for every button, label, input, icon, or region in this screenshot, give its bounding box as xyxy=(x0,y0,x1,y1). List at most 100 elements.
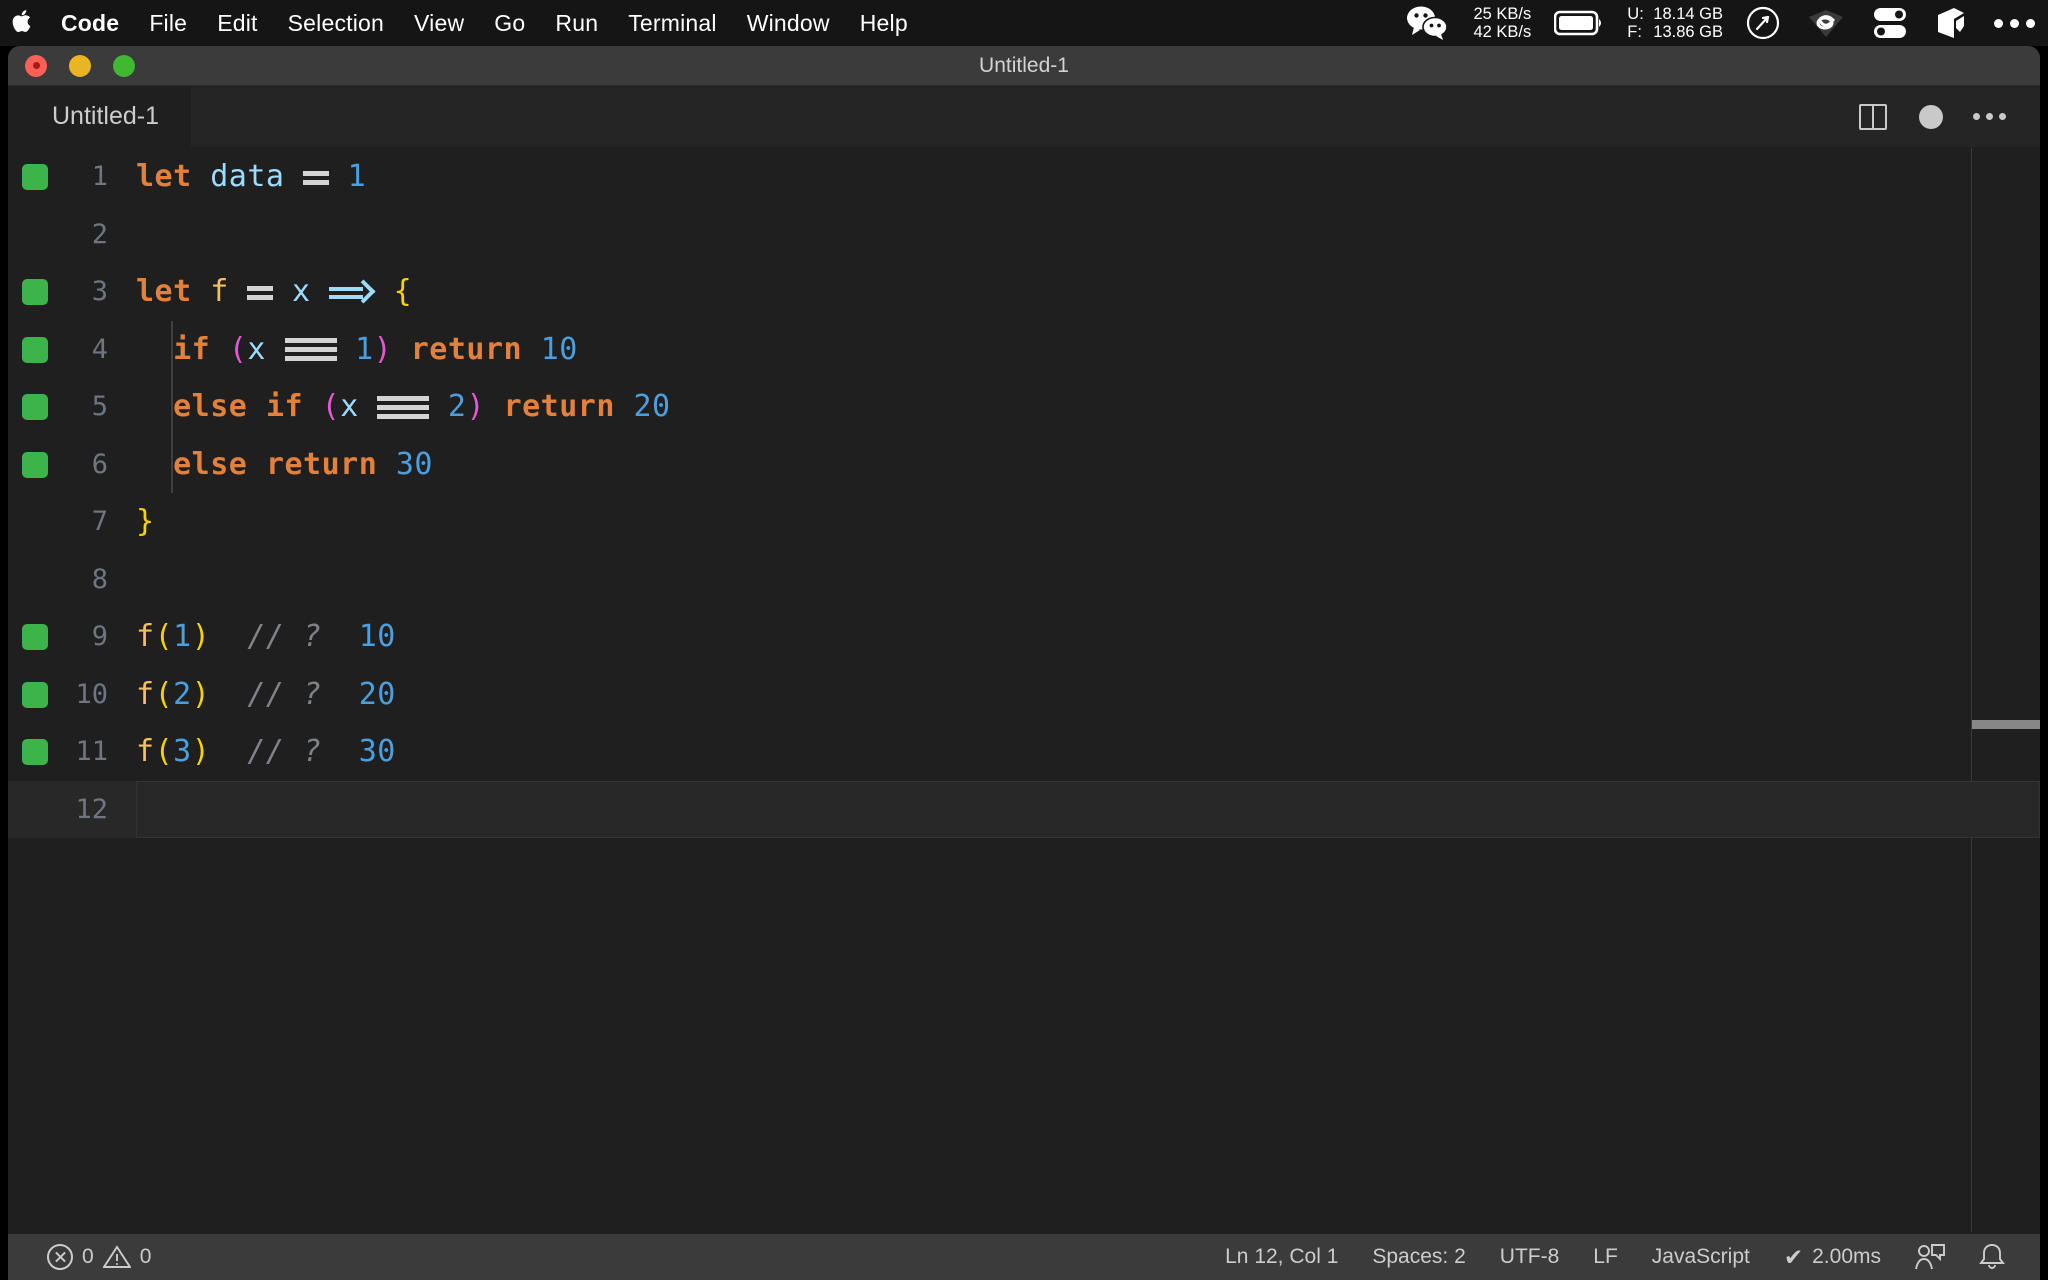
wechat-icon[interactable] xyxy=(1393,5,1463,41)
more-actions-icon[interactable] xyxy=(1960,88,2018,146)
control-center-icon[interactable] xyxy=(1859,7,1921,39)
ellipsis-icon[interactable] xyxy=(1981,18,2048,28)
cube-icon[interactable] xyxy=(1921,6,1981,40)
code-line[interactable]: 6 else return 30 xyxy=(8,435,2040,493)
eye-icon[interactable] xyxy=(1793,7,1859,39)
code-content[interactable]: else return 30 xyxy=(136,435,2040,493)
code-content[interactable]: f(1) // ? 10 xyxy=(136,608,2040,666)
code-line[interactable]: 5 else if (x 2) return 20 xyxy=(8,378,2040,436)
token-paren-open: ( xyxy=(228,331,248,367)
code-content[interactable] xyxy=(136,206,2040,264)
token-identifier-data: data xyxy=(210,159,285,195)
token-number: 1 xyxy=(355,331,374,367)
encoding-setting[interactable]: UTF-8 xyxy=(1483,1245,1577,1269)
warning-icon xyxy=(101,1245,132,1269)
code-line[interactable]: 9 f(1) // ? 10 xyxy=(8,608,2040,666)
unsaved-indicator[interactable] xyxy=(1902,88,1960,146)
menu-item-go[interactable]: Go xyxy=(479,0,540,46)
memory-free-value: 13.86 GB xyxy=(1653,23,1723,41)
token-paren-open: ( xyxy=(154,619,174,655)
token-paren-open: ( xyxy=(154,734,174,770)
menu-item-edit[interactable]: Edit xyxy=(202,0,272,46)
battery-icon[interactable] xyxy=(1541,10,1617,36)
token-param-x: x xyxy=(291,274,311,310)
indent-guide xyxy=(171,435,173,493)
token-brace-close: } xyxy=(136,504,155,540)
memory-usage-indicator[interactable]: U: 18.14 GB F: 13.86 GB xyxy=(1617,5,1733,41)
line-ending-setting[interactable]: LF xyxy=(1576,1245,1635,1269)
memory-free-label: F: xyxy=(1627,23,1642,41)
cursor-position[interactable]: Ln 12, Col 1 xyxy=(1208,1245,1355,1269)
menu-item-selection[interactable]: Selection xyxy=(273,0,399,46)
menu-item-help[interactable]: Help xyxy=(845,0,923,46)
menu-item-code[interactable]: Code xyxy=(46,0,134,46)
runtime-indicator[interactable]: ✔ 2.00ms xyxy=(1767,1244,1898,1271)
token-number-return-value: 20 xyxy=(633,389,671,425)
line-number: 8 xyxy=(91,563,108,595)
code-content[interactable] xyxy=(136,551,2040,609)
menu-item-terminal[interactable]: Terminal xyxy=(613,0,732,46)
menu-item-view[interactable]: View xyxy=(399,0,479,46)
code-line[interactable]: 3 let f x { xyxy=(8,263,2040,321)
code-content[interactable]: } xyxy=(136,493,2040,551)
code-line[interactable]: 7 } xyxy=(8,493,2040,551)
token-paren-close: ) xyxy=(466,389,485,425)
split-editor-icon[interactable] xyxy=(1844,88,1902,146)
error-icon xyxy=(47,1244,73,1270)
menu-item-run[interactable]: Run xyxy=(540,0,613,46)
vscode-window: Untitled-1 Untitled-1 1 let data 1 2 3 l… xyxy=(8,46,2040,1280)
code-content[interactable]: else if (x 2) return 20 xyxy=(136,378,2040,436)
token-number: 1 xyxy=(347,159,367,195)
code-line[interactable]: 2 xyxy=(8,206,2040,264)
code-content[interactable] xyxy=(136,781,2040,839)
code-content[interactable]: if (x 1) return 10 xyxy=(136,320,2040,378)
editor-actions xyxy=(1844,88,2040,146)
code-content[interactable]: let data 1 xyxy=(136,148,2040,206)
inline-result-value: 20 xyxy=(358,676,396,712)
menu-item-file[interactable]: File xyxy=(134,0,202,46)
code-content[interactable]: f(3) // ? 30 xyxy=(136,723,2040,781)
code-line[interactable]: 8 xyxy=(8,551,2040,609)
apple-logo-icon[interactable] xyxy=(0,8,46,38)
code-line[interactable]: 4 if (x 1) return 10 xyxy=(8,320,2040,378)
code-line[interactable]: 10 f(2) // ? 20 xyxy=(8,666,2040,724)
token-keyword-let: let xyxy=(136,274,192,310)
inline-result-value: 30 xyxy=(358,734,396,770)
code-line-current[interactable]: 12 xyxy=(8,780,2040,839)
language-mode[interactable]: JavaScript xyxy=(1635,1245,1767,1269)
window-title: Untitled-1 xyxy=(979,53,1069,77)
window-title-bar: Untitled-1 xyxy=(8,46,2040,86)
notifications-bell-icon[interactable] xyxy=(1962,1243,2022,1271)
line-number: 12 xyxy=(75,793,108,825)
feedback-icon[interactable] xyxy=(1898,1243,1962,1271)
indentation-setting[interactable]: Spaces: 2 xyxy=(1355,1245,1482,1269)
code-content[interactable]: let f x { xyxy=(136,263,2040,321)
inline-result-value: 10 xyxy=(358,619,396,655)
code-line[interactable]: 1 let data 1 xyxy=(8,148,2040,206)
line-number: 7 xyxy=(91,506,108,538)
code-line[interactable]: 11 f(3) // ? 30 xyxy=(8,723,2040,781)
token-number: 2 xyxy=(447,389,467,425)
git-added-marker xyxy=(22,624,48,650)
indent-guide xyxy=(171,378,173,436)
token-function-call-f: f xyxy=(136,734,155,770)
compass-icon[interactable] xyxy=(1733,6,1793,40)
line-number: 2 xyxy=(91,218,108,250)
problems-indicator[interactable]: 0 0 xyxy=(30,1244,168,1270)
code-content[interactable]: f(2) // ? 20 xyxy=(136,666,2040,724)
code-editor[interactable]: 1 let data 1 2 3 let f x { 4 if (x 1) re… xyxy=(8,148,2040,1232)
tab-untitled-1[interactable]: Untitled-1 xyxy=(8,85,191,148)
network-speed-indicator[interactable]: 25 KB/s 42 KB/s xyxy=(1463,5,1541,41)
git-added-marker xyxy=(22,394,48,420)
menu-item-window[interactable]: Window xyxy=(732,0,845,46)
